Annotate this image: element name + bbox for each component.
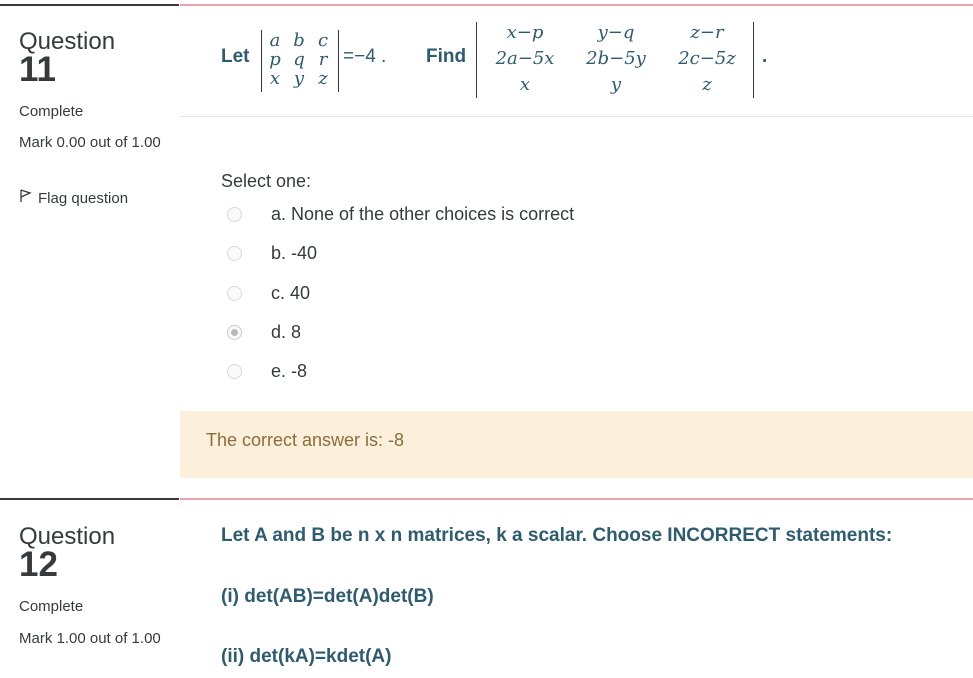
question-11-feedback: The correct answer is: -8	[180, 411, 973, 478]
matrix-cell: 2a−5x	[495, 48, 555, 69]
matrix-cell: y−q	[597, 22, 635, 43]
select-one-label: Select one:	[221, 171, 312, 191]
answer-radio[interactable]	[227, 246, 242, 261]
matrix-cell: c	[317, 30, 329, 51]
correct-answer-text: The correct answer is: -8	[206, 430, 405, 450]
matrix-cell: q	[293, 49, 305, 70]
matrix-cell: r	[318, 49, 328, 70]
matrix-cell: x	[519, 74, 531, 95]
question-11-end-period: .	[762, 46, 768, 67]
matrix-cell: x−p	[506, 22, 544, 43]
matrix-cell: b	[293, 30, 305, 51]
question-11-flag-button[interactable]: Flag question	[19, 189, 128, 207]
answer-option[interactable]: d. 8	[227, 322, 301, 343]
matrix-cell: x	[269, 68, 281, 89]
question-12-content-divider	[180, 498, 973, 500]
question-12-number: 12	[19, 545, 58, 584]
matrix-cell: 2c−5z	[678, 48, 736, 69]
question-11-info-divider	[0, 4, 179, 6]
flag-question-label: Flag question	[38, 189, 129, 207]
matrix-cell: z−r	[690, 22, 724, 43]
answer-radio[interactable]	[227, 364, 242, 379]
matrix-cell: p	[269, 49, 281, 70]
question-12-info-divider	[0, 498, 179, 500]
question-11-number: 11	[19, 50, 56, 89]
answer-option-label: a. None of the other choices is correct	[271, 204, 575, 224]
question-12-line-1: Let A and B be n x n matrices, k a scala…	[221, 525, 893, 546]
matrix-cell: y	[610, 74, 622, 95]
answer-option-label: b. -40	[271, 243, 318, 263]
answer-radio[interactable]	[227, 325, 242, 340]
question-11-let: Let	[221, 46, 250, 67]
question-12-state: Complete	[19, 598, 84, 615]
matrix-cell: z	[702, 74, 712, 95]
answer-option-label: e. -8	[271, 361, 308, 381]
answer-option[interactable]: b. -40	[227, 243, 317, 264]
flag-icon	[19, 189, 32, 207]
determinant-abc: abc pqr xyz	[261, 30, 339, 92]
answer-option[interactable]: c. 40	[227, 283, 310, 304]
matrix-cell: 2b−5y	[586, 48, 646, 69]
answer-option[interactable]: a. None of the other choices is correct	[227, 204, 574, 225]
matrix-cell: a	[269, 30, 281, 51]
question-11-state: Complete	[19, 103, 84, 120]
matrix-cell: z	[318, 68, 328, 89]
answer-option-label: d. 8	[271, 322, 302, 342]
question-12-mark: Mark 1.00 out of 1.00	[19, 630, 161, 647]
question-12-line-2: (i) det(AB)=det(A)det(B)	[221, 586, 434, 607]
equals-minus-four: =−4 .	[343, 46, 387, 67]
question-11-find: Find	[426, 46, 467, 67]
question-11-mark: Mark 0.00 out of 1.00	[19, 134, 161, 151]
answer-radio[interactable]	[227, 207, 242, 222]
answer-option[interactable]: e. -8	[227, 361, 307, 382]
matrix-cell: y	[293, 68, 305, 89]
determinant-combined: x−p y−q z−r 2a−5x 2b−5y 2c−5z x y z	[476, 22, 754, 98]
answer-radio[interactable]	[227, 286, 242, 301]
question-12-line-3: (ii) det(kA)=kdet(A)	[221, 646, 392, 667]
answer-option-label: c. 40	[271, 283, 311, 303]
